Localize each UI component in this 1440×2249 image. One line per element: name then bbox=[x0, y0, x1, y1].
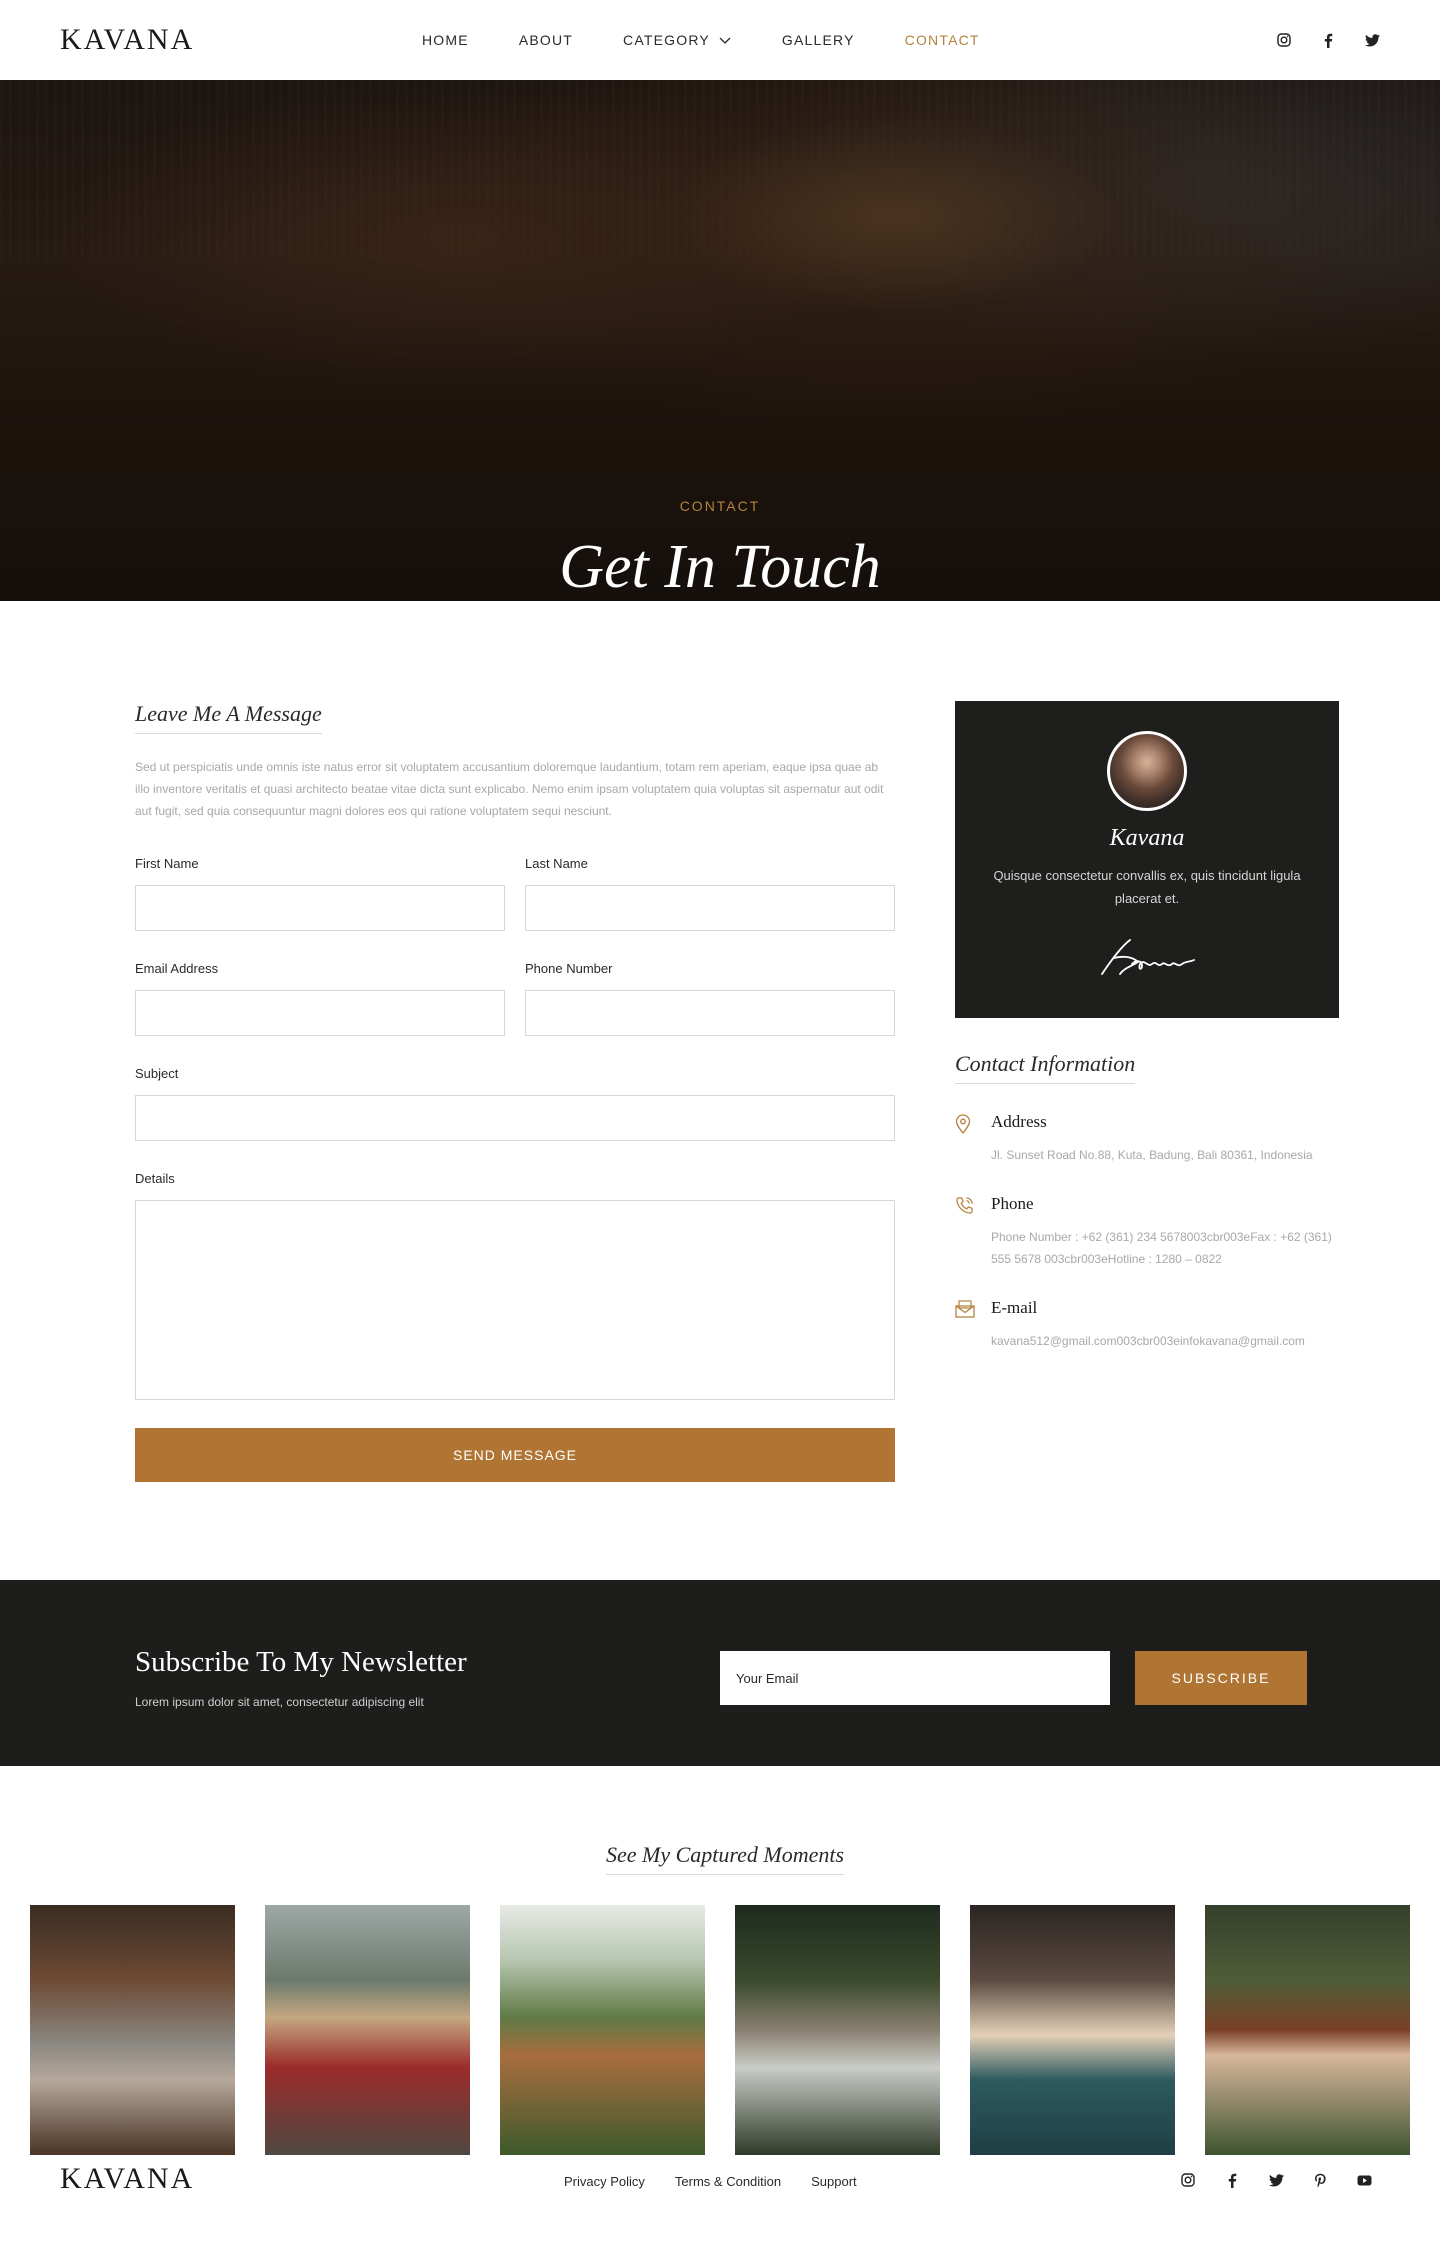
details-row: Details bbox=[135, 1171, 895, 1400]
first-name-input[interactable] bbox=[135, 885, 505, 931]
nav-category-label: CATEGORY bbox=[623, 32, 710, 48]
form-intro: Sed ut perspiciatis unde omnis iste natu… bbox=[135, 760, 884, 818]
moments-heading: See My Captured Moments bbox=[606, 1842, 845, 1875]
subject-row: Subject bbox=[135, 1066, 895, 1141]
newsletter-section: Subscribe To My Newsletter Lorem ipsum d… bbox=[0, 1580, 1440, 1766]
address-title: Address bbox=[991, 1112, 1047, 1131]
email-field: Email Address bbox=[135, 961, 505, 1036]
twitter-icon[interactable] bbox=[1268, 2172, 1284, 2188]
avatar bbox=[1107, 731, 1187, 811]
gallery-photo[interactable] bbox=[735, 1905, 940, 2155]
footer-social bbox=[1180, 2172, 1372, 2188]
phone-value: Phone Number : +62 (361) 234 5678003cbr0… bbox=[991, 1230, 1332, 1266]
moments-section: See My Captured Moments bbox=[0, 1766, 1440, 2162]
first-name-label: First Name bbox=[135, 856, 199, 871]
phone-icon bbox=[955, 1194, 991, 1270]
profile-card: Kavana Quisque consectetur convallis ex,… bbox=[955, 701, 1339, 1018]
nav-gallery[interactable]: GALLERY bbox=[782, 32, 855, 48]
footer-links: Privacy Policy Terms & Condition Support bbox=[564, 2174, 857, 2189]
envelope-icon bbox=[955, 1298, 991, 1352]
hero-title: Get In Touch bbox=[559, 533, 881, 601]
facebook-icon[interactable] bbox=[1224, 2172, 1240, 2188]
address-item: Address Jl. Sunset Road No.88, Kuta, Bad… bbox=[955, 1112, 1355, 1166]
address-value: Jl. Sunset Road No.88, Kuta, Badung, Bal… bbox=[991, 1148, 1313, 1162]
photo-gallery bbox=[30, 1905, 1410, 2155]
privacy-policy-link[interactable]: Privacy Policy bbox=[564, 2174, 645, 2189]
details-field: Details bbox=[135, 1171, 895, 1400]
nav-contact[interactable]: CONTACT bbox=[905, 32, 980, 48]
gallery-photo[interactable] bbox=[30, 1905, 235, 2155]
form-heading: Leave Me A Message bbox=[135, 701, 322, 734]
profile-text: Quisque consectetur convallis ex, quis t… bbox=[993, 868, 1301, 906]
subject-field: Subject bbox=[135, 1066, 895, 1141]
pinterest-icon[interactable] bbox=[1312, 2172, 1328, 2188]
site-logo[interactable]: KAVANA bbox=[60, 23, 194, 57]
nav-home[interactable]: HOME bbox=[422, 32, 469, 48]
newsletter-email-input[interactable]: Your Email bbox=[720, 1651, 1110, 1705]
last-name-input[interactable] bbox=[525, 885, 895, 931]
support-link[interactable]: Support bbox=[811, 2174, 857, 2189]
nav-about[interactable]: ABOUT bbox=[519, 32, 573, 48]
hero-banner: CONTACT Get In Touch bbox=[0, 80, 1440, 601]
phone-label: Phone Number bbox=[525, 961, 613, 976]
phone-field: Phone Number bbox=[525, 961, 895, 1036]
contact-form: Leave Me A Message Sed ut perspiciatis u… bbox=[135, 701, 895, 1482]
subject-input[interactable] bbox=[135, 1095, 895, 1141]
send-message-button[interactable]: SEND MESSAGE bbox=[135, 1428, 895, 1482]
profile-name: Kavana bbox=[1109, 825, 1185, 851]
site-footer: KAVANA Privacy Policy Terms & Condition … bbox=[0, 2162, 1440, 2249]
newsletter-subtitle: Lorem ipsum dolor sit amet, consectetur … bbox=[135, 1695, 424, 1709]
subscribe-button[interactable]: SUBSCRIBE bbox=[1135, 1651, 1307, 1705]
nav-category[interactable]: CATEGORY bbox=[623, 32, 732, 48]
subject-label: Subject bbox=[135, 1066, 179, 1081]
site-header: KAVANA HOME ABOUT CATEGORY GALLERY CONTA… bbox=[0, 0, 1440, 80]
contact-section: Leave Me A Message Sed ut perspiciatis u… bbox=[0, 601, 1440, 1580]
instagram-icon[interactable] bbox=[1276, 32, 1292, 48]
twitter-icon[interactable] bbox=[1364, 32, 1380, 48]
email-item: E-mail kavana512@gmail.com003cbr003einfo… bbox=[955, 1298, 1355, 1352]
contact-row: Email Address Phone Number bbox=[135, 961, 895, 1036]
email-input[interactable] bbox=[135, 990, 505, 1036]
gallery-photo[interactable] bbox=[500, 1905, 705, 2155]
facebook-icon[interactable] bbox=[1320, 32, 1336, 48]
youtube-icon[interactable] bbox=[1356, 2172, 1372, 2188]
last-name-label: Last Name bbox=[525, 856, 588, 871]
details-label: Details bbox=[135, 1171, 175, 1186]
signature-image bbox=[955, 934, 1339, 982]
gallery-photo[interactable] bbox=[265, 1905, 470, 2155]
name-row: First Name Last Name bbox=[135, 856, 895, 931]
instagram-icon[interactable] bbox=[1180, 2172, 1196, 2188]
main-nav: HOME ABOUT CATEGORY GALLERY CONTACT bbox=[422, 32, 1030, 48]
last-name-field: Last Name bbox=[525, 856, 895, 931]
contact-info: Contact Information Address Jl. Sunset R… bbox=[955, 1051, 1355, 1352]
email-label: Email Address bbox=[135, 961, 219, 976]
terms-link[interactable]: Terms & Condition bbox=[675, 2174, 781, 2189]
email-value[interactable]: kavana512@gmail.com003cbr003einfokavana@… bbox=[991, 1330, 1341, 1352]
email-title: E-mail bbox=[991, 1298, 1038, 1317]
hero-tag: CONTACT bbox=[679, 498, 761, 514]
details-textarea[interactable] bbox=[135, 1200, 895, 1400]
phone-title: Phone bbox=[991, 1194, 1034, 1213]
chevron-down-icon bbox=[719, 37, 731, 44]
first-name-field: First Name bbox=[135, 856, 505, 931]
phone-input[interactable] bbox=[525, 990, 895, 1036]
header-social bbox=[1276, 32, 1380, 48]
gallery-photo[interactable] bbox=[970, 1905, 1175, 2155]
gallery-photo[interactable] bbox=[1205, 1905, 1410, 2155]
map-pin-icon bbox=[955, 1112, 991, 1166]
phone-item: Phone Phone Number : +62 (361) 234 56780… bbox=[955, 1194, 1355, 1270]
hero-overlay bbox=[0, 80, 1440, 601]
footer-logo[interactable]: KAVANA bbox=[60, 2162, 194, 2196]
contact-info-heading: Contact Information bbox=[955, 1051, 1136, 1084]
newsletter-title: Subscribe To My Newsletter bbox=[135, 1646, 467, 1678]
